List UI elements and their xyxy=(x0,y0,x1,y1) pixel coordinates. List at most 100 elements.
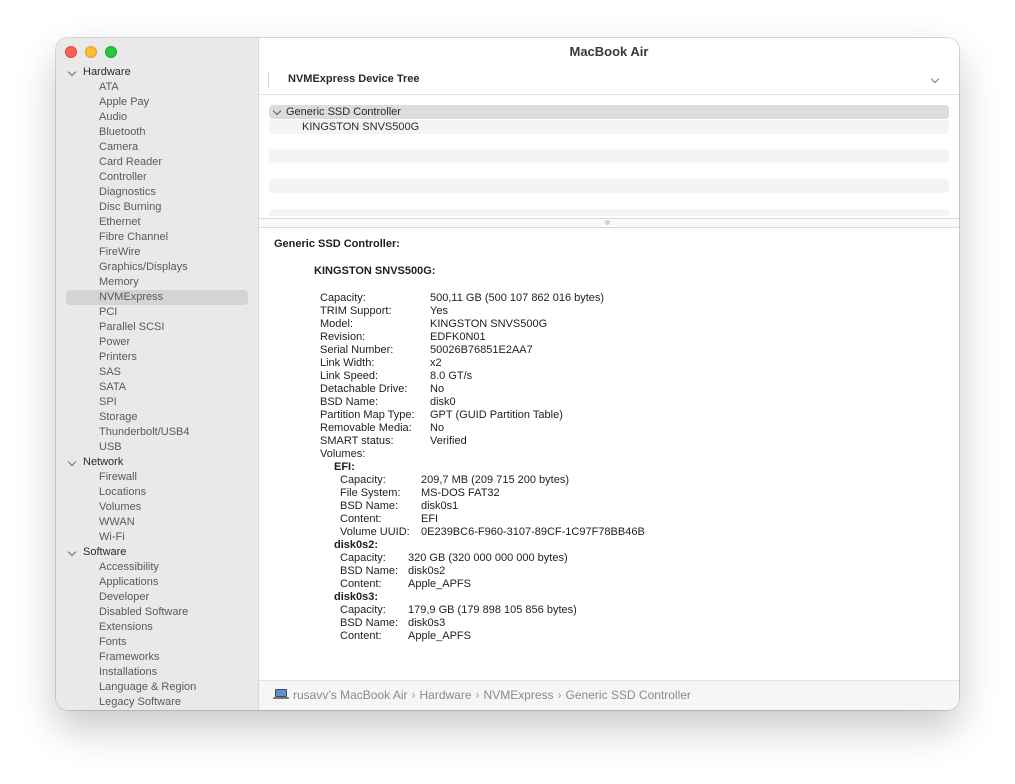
breadcrumb-item[interactable]: rusavv’s MacBook Air xyxy=(293,688,408,702)
breadcrumb-item[interactable]: NVMExpress xyxy=(484,688,554,702)
detail-field-file-system: File System: MS-DOS FAT32 xyxy=(340,487,940,500)
sidebar-item-printers[interactable]: Printers xyxy=(56,350,258,365)
field-key: Capacity: xyxy=(340,474,386,486)
sidebar-item-installations[interactable]: Installations xyxy=(56,665,258,680)
field-value: disk0 xyxy=(430,396,456,408)
sidebar-item-diagnostics[interactable]: Diagnostics xyxy=(56,185,258,200)
device-row-controller[interactable]: Generic SSD Controller xyxy=(269,105,949,119)
field-key: TRIM Support: xyxy=(320,305,392,317)
sidebar-item-wwan[interactable]: WWAN xyxy=(56,515,258,530)
disclosure-triangle-icon[interactable] xyxy=(272,106,282,116)
field-key: BSD Name: xyxy=(340,500,399,512)
field-key: SMART status: xyxy=(320,435,394,447)
sidebar-item-power[interactable]: Power xyxy=(56,335,258,350)
disclosure-triangle-icon[interactable] xyxy=(67,67,77,77)
sidebar-item-firewall[interactable]: Firewall xyxy=(56,470,258,485)
detail-field-content: Content: EFI xyxy=(340,513,940,526)
sidebar-item-thunderbolt-usb4[interactable]: Thunderbolt/USB4 xyxy=(56,425,258,440)
sidebar-item-ata[interactable]: ATA xyxy=(56,80,258,95)
breadcrumb: rusavv’s MacBook Air › Hardware › NVMExpress… xyxy=(273,681,691,709)
field-value: 320 GB (320 000 000 000 bytes) xyxy=(408,552,568,564)
field-key: Serial Number: xyxy=(320,344,394,356)
sidebar-item-wi-fi[interactable]: Wi-Fi xyxy=(56,530,258,545)
sidebar-item-sata[interactable]: SATA xyxy=(56,380,258,395)
sidebar-item-language-region[interactable]: Language & Region xyxy=(56,680,258,695)
sidebar-item-disabled-software[interactable]: Disabled Software xyxy=(56,605,258,620)
close-window-button[interactable] xyxy=(65,46,77,58)
sidebar-section-label: Hardware xyxy=(83,66,131,78)
chevron-down-icon[interactable] xyxy=(930,74,940,84)
zoom-window-button[interactable] xyxy=(105,46,117,58)
sidebar-item-firewire[interactable]: FireWire xyxy=(56,245,258,260)
device-tree-header-label: NVMExpress Device Tree xyxy=(288,73,420,85)
sidebar-item-storage[interactable]: Storage xyxy=(56,410,258,425)
sidebar-item-label: Legacy Software xyxy=(99,696,181,708)
device-tree-header[interactable]: NVMExpress Device Tree xyxy=(259,66,959,95)
sidebar-item-ethernet[interactable]: Ethernet xyxy=(56,215,258,230)
sidebar-item-fibre-channel[interactable]: Fibre Channel xyxy=(56,230,258,245)
sidebar-section-hardware[interactable]: Hardware xyxy=(56,65,258,80)
sidebar-item-usb[interactable]: USB xyxy=(56,440,258,455)
sidebar-item-applications[interactable]: Applications xyxy=(56,575,258,590)
sidebar-item-parallel-scsi[interactable]: Parallel SCSI xyxy=(56,320,258,335)
breadcrumb-item[interactable]: Generic SSD Controller xyxy=(566,688,691,702)
sidebar-item-accessibility[interactable]: Accessibility xyxy=(56,560,258,575)
sidebar-item-disc-burning[interactable]: Disc Burning xyxy=(56,200,258,215)
empty-row xyxy=(269,179,949,193)
sidebar-item-controller[interactable]: Controller xyxy=(56,170,258,185)
sidebar-item-label: Parallel SCSI xyxy=(99,321,165,333)
field-value: disk0s2 xyxy=(408,565,446,577)
field-key: Volume UUID: xyxy=(340,526,410,538)
sidebar-item-label: SAS xyxy=(99,366,122,378)
minimize-window-button[interactable] xyxy=(85,46,97,58)
sidebar-section-network[interactable]: Network xyxy=(56,455,258,470)
detail-field-serial-number: Serial Number: 50026B76851E2AA7 xyxy=(320,344,920,357)
divider xyxy=(268,72,269,88)
sidebar-item-spi[interactable]: SPI xyxy=(56,395,258,410)
sidebar-item-label: SATA xyxy=(99,381,127,393)
sidebar-item-label: SPI xyxy=(99,396,117,408)
sidebar-item-volumes[interactable]: Volumes xyxy=(56,500,258,515)
sidebar-item-label: WWAN xyxy=(99,516,135,528)
sidebar-item-memory[interactable]: Memory xyxy=(56,275,258,290)
sidebar-item-legacy-software[interactable]: Legacy Software xyxy=(56,695,258,710)
sidebar-item-card-reader[interactable]: Card Reader xyxy=(56,155,258,170)
split-view-divider[interactable] xyxy=(259,218,959,228)
sidebar-item-audio[interactable]: Audio xyxy=(56,110,258,125)
sidebar-item-label: Installations xyxy=(99,666,158,678)
sidebar-section-software[interactable]: Software xyxy=(56,545,258,560)
field-value: KINGSTON SNVS500G xyxy=(430,318,548,330)
disclosure-triangle-icon[interactable] xyxy=(67,457,77,467)
sidebar-item-locations[interactable]: Locations xyxy=(56,485,258,500)
detail-field-model: Model: KINGSTON SNVS500G xyxy=(320,318,920,331)
sidebar-item-label: Language & Region xyxy=(99,681,197,693)
sidebar-item-apple-pay[interactable]: Apple Pay xyxy=(56,95,258,110)
sidebar-item-fonts[interactable]: Fonts xyxy=(56,635,258,650)
detail-field-volume-uuid: Volume UUID: 0E239BC6-F960-3107-89CF-1C97… xyxy=(340,526,940,539)
sidebar-item-extensions[interactable]: Extensions xyxy=(56,620,258,635)
volume-title: disk0s3: xyxy=(334,591,379,603)
sidebar-item-pci[interactable]: PCI xyxy=(56,305,258,320)
sidebar-item-frameworks[interactable]: Frameworks xyxy=(56,650,258,665)
sidebar-item-label: Storage xyxy=(99,411,138,423)
sidebar-item-bluetooth[interactable]: Bluetooth xyxy=(56,125,258,140)
sidebar-item-label: Accessibility xyxy=(99,561,159,573)
field-key: BSD Name: xyxy=(320,396,379,408)
sidebar-item-label: PCI xyxy=(99,306,118,318)
sidebar-item-sas[interactable]: SAS xyxy=(56,365,258,380)
field-value: EFI xyxy=(421,513,439,525)
sidebar-item-nvmexpress[interactable]: NVMExpress xyxy=(56,290,258,305)
sidebar-item-graphics-displays[interactable]: Graphics/Displays xyxy=(56,260,258,275)
device-row-device[interactable]: KINGSTON SNVS500G xyxy=(269,120,949,134)
detail-field-content: Content: Apple_APFS xyxy=(340,578,940,591)
sidebar-tree: Hardware ATA Apple Pay Audio Bluetooth Camera… xyxy=(56,65,258,710)
field-key: Content: xyxy=(340,578,382,590)
sidebar-item-label: Frameworks xyxy=(99,651,160,663)
sidebar-item-camera[interactable]: Camera xyxy=(56,140,258,155)
breadcrumb-item[interactable]: Hardware xyxy=(420,688,472,702)
field-key: Link Speed: xyxy=(320,370,379,382)
sidebar-item-label: Diagnostics xyxy=(99,186,156,198)
disclosure-triangle-icon[interactable] xyxy=(67,547,77,557)
splitter-handle[interactable] xyxy=(605,220,610,225)
sidebar-item-developer[interactable]: Developer xyxy=(56,590,258,605)
